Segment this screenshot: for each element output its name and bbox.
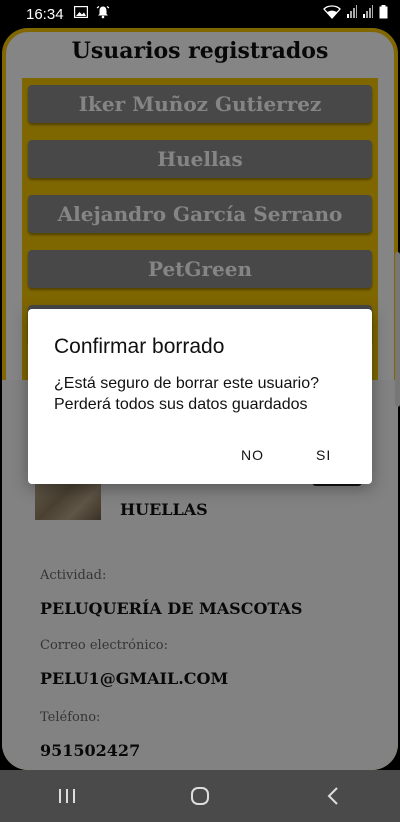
yes-button[interactable]: SI (306, 441, 341, 469)
back-icon (327, 787, 339, 805)
confirm-delete-dialog: Confirmar borrado ¿Está seguro de borrar… (28, 309, 372, 484)
scrollbar-thumb[interactable] (395, 252, 400, 407)
navigation-bar (0, 770, 400, 822)
signal-icon (347, 5, 357, 23)
battery-icon (379, 4, 388, 24)
signal-icon (363, 5, 373, 23)
dialog-title: Confirmar borrado (54, 335, 225, 358)
wifi-icon (323, 4, 341, 24)
dialog-message-line1: ¿Está seguro de borrar este usuario? (54, 375, 320, 392)
no-button[interactable]: NO (231, 441, 274, 469)
status-time: 16:34 (26, 5, 64, 23)
home-button[interactable] (170, 770, 230, 822)
status-right-icons (323, 4, 388, 24)
alarm-bell-icon (96, 5, 110, 24)
dialog-message-line2: Perderá todos sus datos guardados (54, 396, 308, 413)
home-icon (190, 787, 209, 805)
image-icon (73, 5, 88, 23)
recent-apps-icon (58, 789, 75, 803)
status-bar: 16:34 (0, 0, 400, 28)
back-button[interactable] (303, 770, 363, 822)
dialog-message: ¿Está seguro de borrar este usuario? Per… (54, 373, 364, 415)
recent-apps-button[interactable] (37, 770, 97, 822)
